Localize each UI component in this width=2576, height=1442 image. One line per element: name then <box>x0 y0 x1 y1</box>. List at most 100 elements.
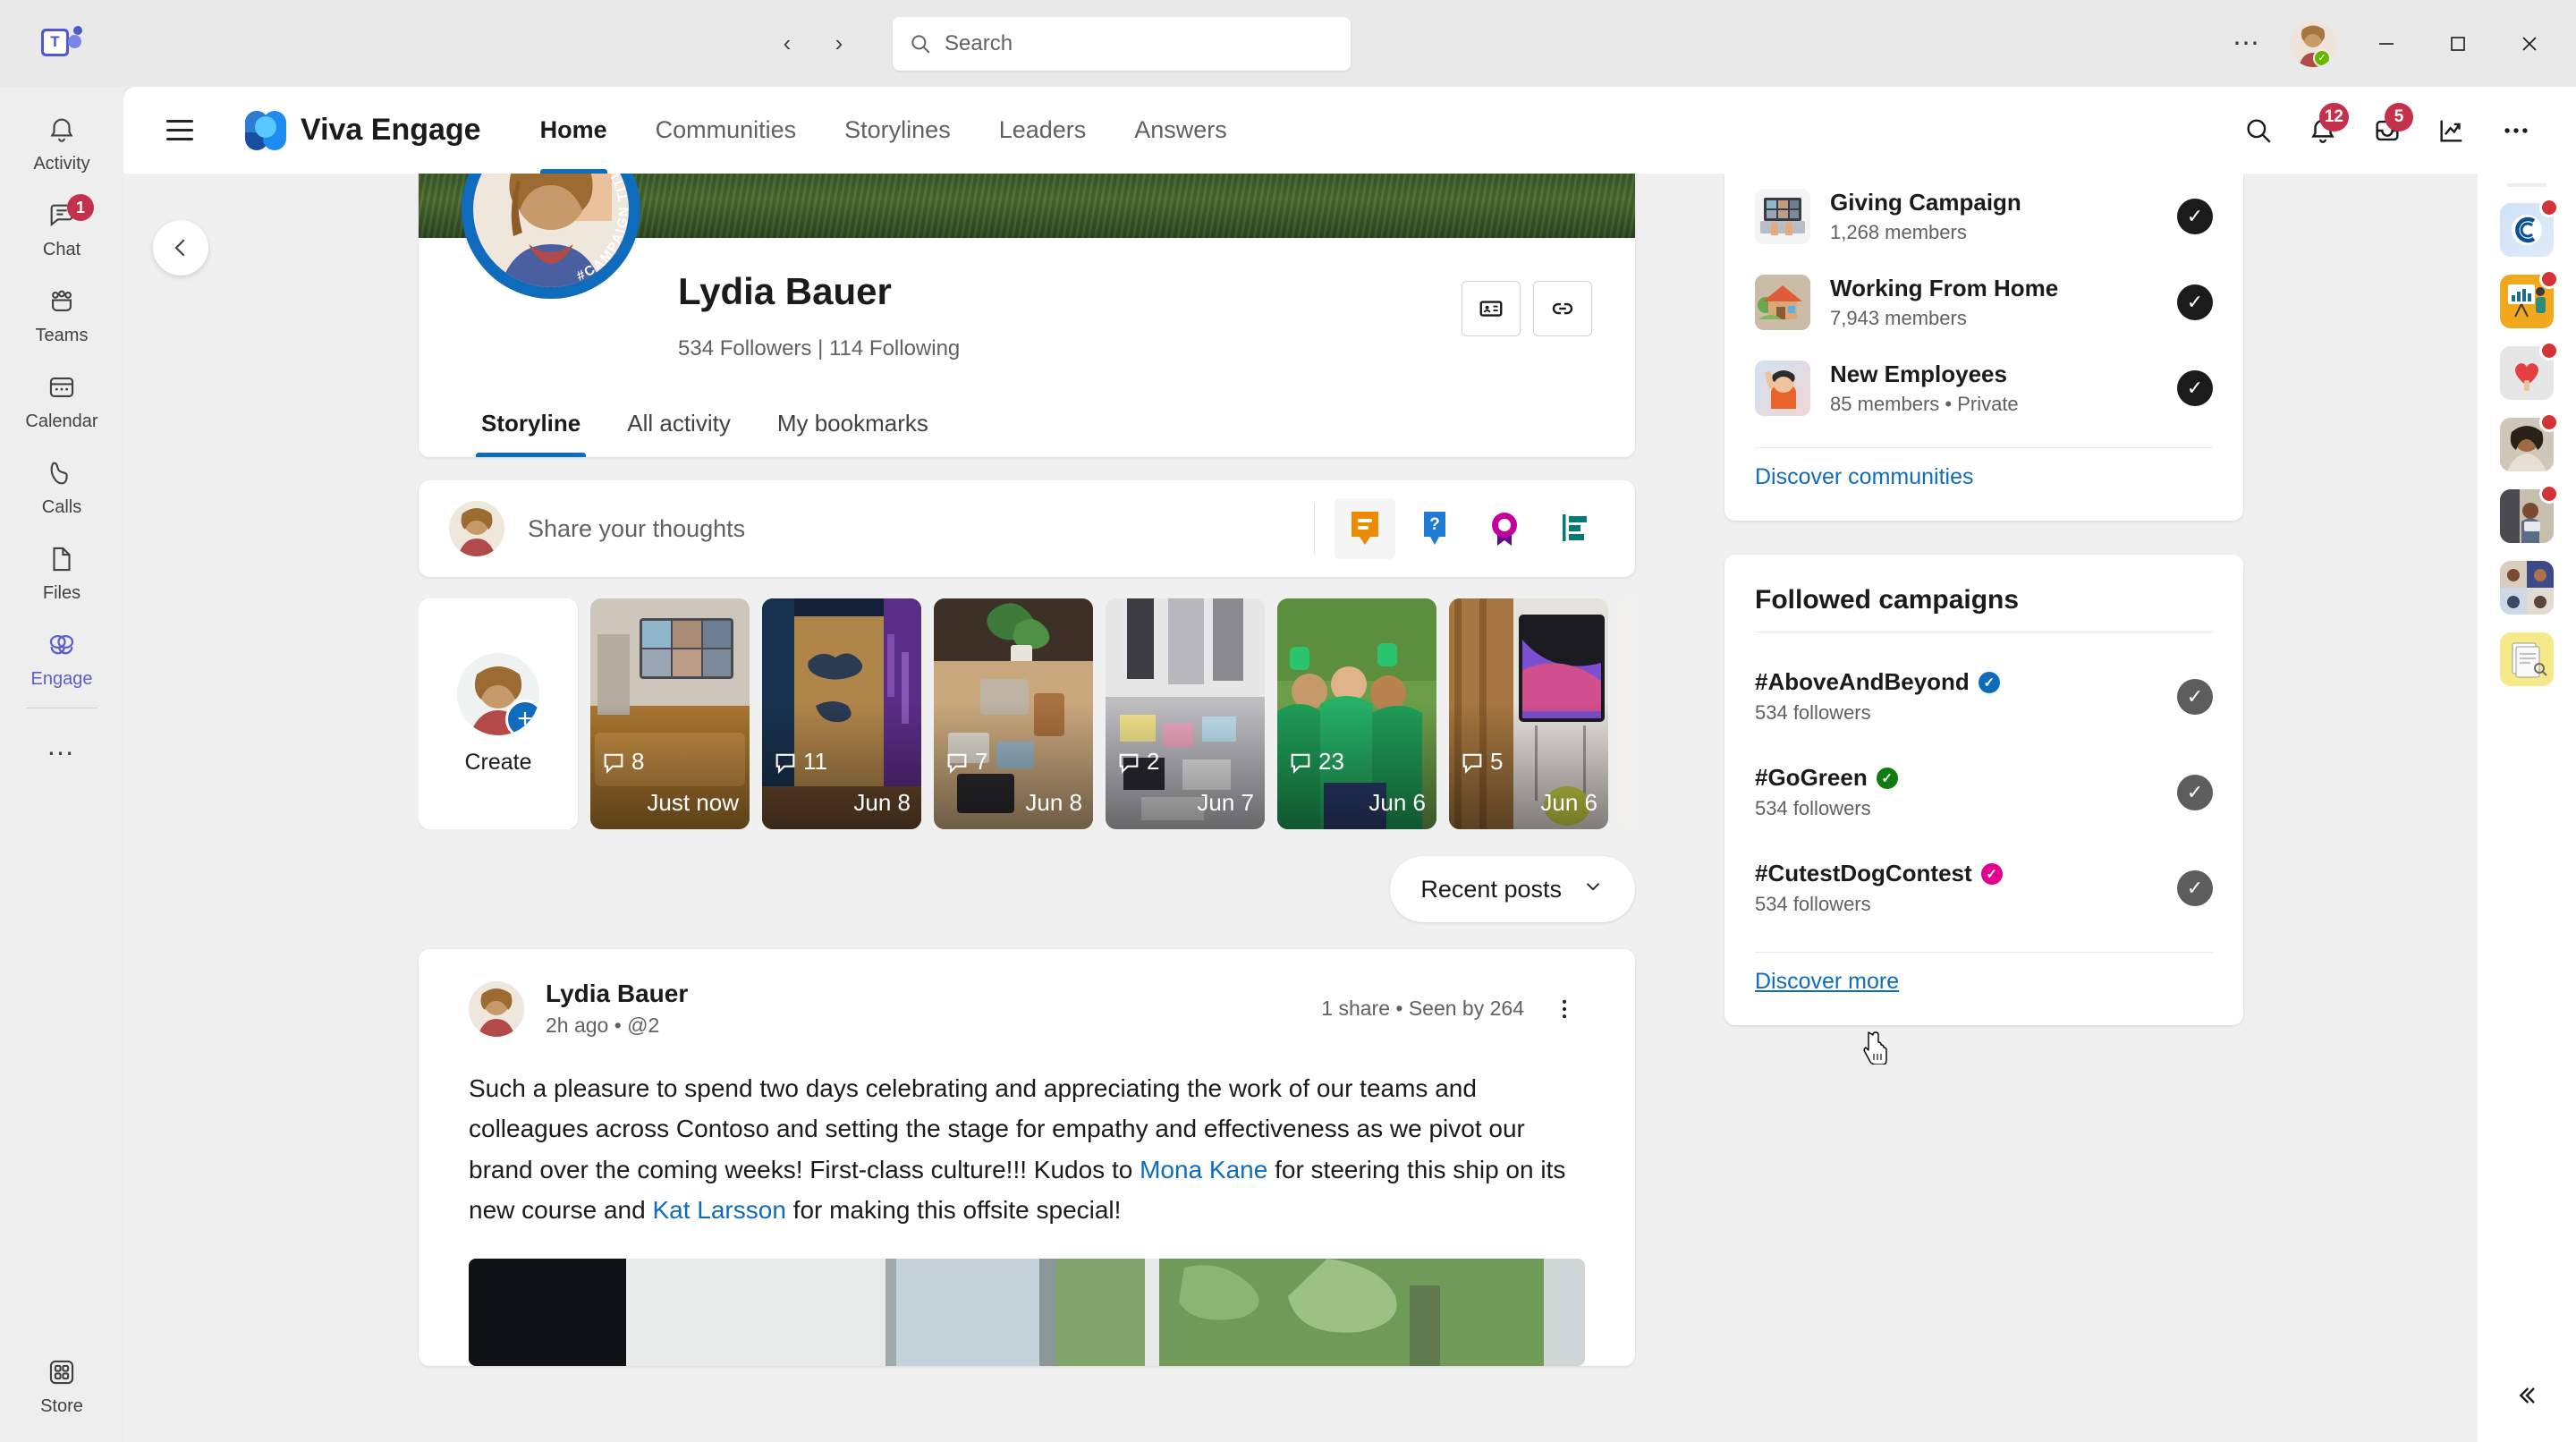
poll-post-icon[interactable] <box>1544 498 1605 559</box>
sidebar-item-chat[interactable]: 1 Chat <box>6 187 117 273</box>
meeting-grid-app-icon[interactable] <box>2500 561 2554 615</box>
learning-app-icon[interactable] <box>2500 269 2559 328</box>
discover-more-link[interactable]: Discover more <box>1755 969 1899 994</box>
following-check-icon[interactable]: ✓ <box>2177 774 2213 810</box>
sort-dropdown[interactable]: Recent posts <box>1390 856 1635 922</box>
mention-kat-larsson[interactable]: Kat Larsson <box>652 1196 785 1224</box>
question-post-icon[interactable]: ? <box>1404 498 1465 559</box>
more-vertical-icon[interactable] <box>1544 988 1585 1030</box>
analytics-trend-icon[interactable] <box>2422 101 2481 160</box>
create-story-card[interactable]: + Create <box>419 598 578 829</box>
following-check-icon[interactable]: ✓ <box>2177 869 2213 906</box>
copy-link-icon[interactable] <box>1533 281 1592 336</box>
sidebar-item-label: Activity <box>33 153 90 174</box>
campaign-item-aboveandbeyond[interactable]: #AboveAndBeyond ✓ 534 followers ✓ <box>1755 649 2213 744</box>
tab-leaders[interactable]: Leaders <box>979 87 1106 174</box>
joined-check-icon[interactable]: ✓ <box>2177 370 2213 406</box>
avatar[interactable] <box>469 980 524 1037</box>
post-author[interactable]: Lydia Bauer <box>546 980 688 1008</box>
community-members: 1,268 members <box>1830 221 1967 243</box>
close-button[interactable] <box>2497 0 2562 87</box>
notification-dot <box>2539 198 2559 217</box>
praise-heart-app-icon[interactable] <box>2500 341 2559 400</box>
joined-check-icon[interactable]: ✓ <box>2177 284 2213 320</box>
minimize-button[interactable] <box>2354 0 2419 87</box>
community-item-new-employees[interactable]: New Employees 85 members • Private ✓ <box>1755 345 2213 431</box>
tab-storyline[interactable]: Storyline <box>462 410 600 457</box>
sidebar-item-store[interactable]: Store <box>6 1344 117 1429</box>
community-item-working-from-home[interactable]: Working From Home 7,943 members ✓ <box>1755 259 2213 345</box>
mention-mona-kane[interactable]: Mona Kane <box>1140 1156 1267 1183</box>
window-more-options-icon[interactable]: ⋯ <box>2222 19 2272 69</box>
more-options-icon[interactable] <box>2487 101 2546 160</box>
story-card[interactable]: 11 Jun 8 <box>762 598 921 829</box>
story-comment-count: 5 <box>1460 748 1503 776</box>
community-item-giving-campaign[interactable]: Giving Campaign 1,268 members ✓ <box>1755 174 2213 259</box>
back-icon[interactable]: ‹ <box>767 24 807 64</box>
story-card[interactable]: 5 Jun 6 <box>1449 598 1608 829</box>
tab-all-activity[interactable]: All activity <box>607 410 750 457</box>
joined-check-icon[interactable]: ✓ <box>2177 199 2213 234</box>
share-thoughts-input[interactable]: Share your thoughts <box>528 515 1314 543</box>
sidebar-item-label: Calendar <box>25 411 98 431</box>
connections-app-icon[interactable] <box>2500 198 2559 257</box>
tab-answers[interactable]: Answers <box>1114 87 1247 174</box>
sidebar-item-label: Store <box>40 1395 83 1416</box>
story-card[interactable]: 7 Jun 8 <box>934 598 1093 829</box>
insights-app-icon[interactable] <box>2500 484 2559 543</box>
campaign-item-gogreen[interactable]: #GoGreen ✓ 534 followers ✓ <box>1755 744 2213 840</box>
sidebar-item-label: Files <box>42 582 81 603</box>
engage-header: Viva Engage Home Communities Storylines … <box>123 87 2576 174</box>
chat-badge: 1 <box>67 194 94 221</box>
hamburger-menu-icon[interactable] <box>154 105 206 157</box>
search-icon[interactable] <box>2229 101 2288 160</box>
sidebar-item-engage[interactable]: Engage <box>6 616 117 702</box>
notifications-bell-icon[interactable]: 12 <box>2293 101 2352 160</box>
post-image[interactable] <box>469 1259 1585 1367</box>
collapse-left-button[interactable] <box>153 220 208 276</box>
discussion-post-icon[interactable] <box>1335 498 1395 559</box>
story-card[interactable]: 8 Just now <box>590 598 750 829</box>
discover-communities-link[interactable]: Discover communities <box>1755 464 1974 490</box>
approvals-app-icon[interactable] <box>2500 632 2554 686</box>
tab-communities[interactable]: Communities <box>636 87 817 174</box>
sidebar-item-teams[interactable]: Teams <box>6 273 117 359</box>
story-date: Just now <box>647 789 739 816</box>
sidebar-item-files[interactable]: Files <box>6 530 117 616</box>
following-check-icon[interactable]: ✓ <box>2177 678 2213 715</box>
avatar[interactable]: ✓ <box>2290 20 2336 67</box>
post-composer[interactable]: Share your thoughts ? <box>419 480 1635 577</box>
composer-divider <box>1314 503 1315 555</box>
profile-actions <box>1462 281 1592 336</box>
tab-home[interactable]: Home <box>521 87 627 174</box>
viva-engage-app: Viva Engage Home Communities Storylines … <box>123 87 2576 1442</box>
tab-my-bookmarks[interactable]: My bookmarks <box>758 410 948 457</box>
story-card[interactable]: 2 Jun 7 <box>1106 598 1265 829</box>
contact-card-icon[interactable] <box>1462 281 1521 336</box>
story-card-partial[interactable] <box>1621 598 1635 829</box>
praise-post-icon[interactable] <box>1474 498 1535 559</box>
campaign-followers: 534 followers <box>1755 797 1871 819</box>
community-members: 7,943 members <box>1830 307 1967 329</box>
story-comment-count: 11 <box>773 748 827 776</box>
more-apps-icon[interactable]: … <box>6 714 117 776</box>
chevron-double-left-icon[interactable] <box>2500 1369 2554 1422</box>
forward-icon[interactable]: › <box>819 24 859 64</box>
tab-storylines[interactable]: Storylines <box>825 87 970 174</box>
inbox-badge: 5 <box>2385 102 2413 131</box>
story-card[interactable]: 23 Jun 6 <box>1277 598 1436 829</box>
search-placeholder: Search <box>945 30 1013 55</box>
campaign-item-cutestdogcontest[interactable]: #CutestDogContest ✓ 534 followers ✓ <box>1755 840 2213 936</box>
plus-icon: + <box>505 699 539 735</box>
maximize-button[interactable] <box>2426 0 2490 87</box>
sidebar-item-calendar[interactable]: Calendar <box>6 359 117 445</box>
inbox-icon[interactable]: 5 <box>2358 101 2417 160</box>
campaign-name: #GoGreen <box>1755 764 1868 791</box>
profile-avatar[interactable]: #CAMPAIGN TITLE <box>462 174 640 299</box>
file-icon <box>47 544 77 579</box>
people-app-icon[interactable] <box>2500 412 2559 471</box>
sidebar-item-calls[interactable]: Calls <box>6 445 117 530</box>
verified-badge-icon: ✓ <box>1978 671 2000 693</box>
search-input[interactable]: Search <box>893 16 1351 71</box>
sidebar-item-activity[interactable]: Activity <box>6 101 117 187</box>
